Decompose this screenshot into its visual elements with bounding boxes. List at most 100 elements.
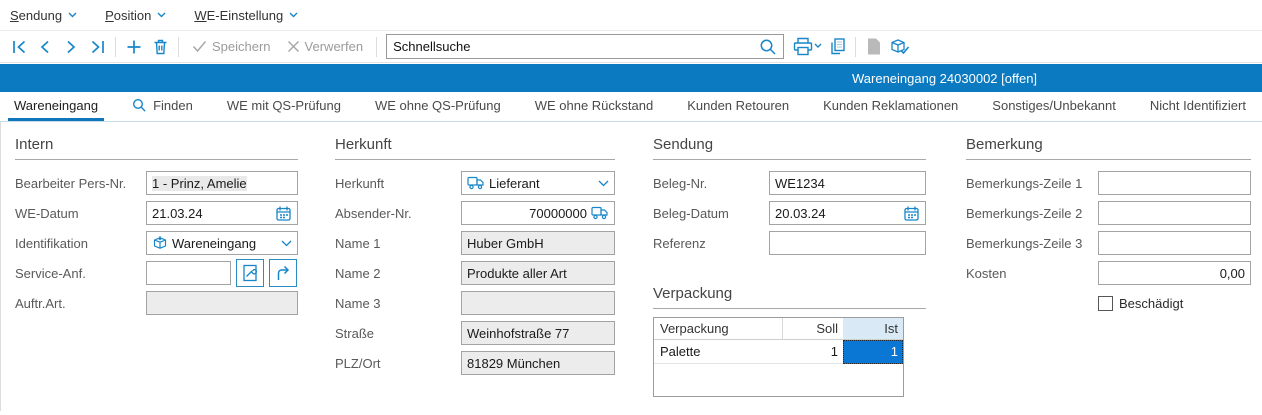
plz-ort-label: PLZ/Ort bbox=[335, 356, 461, 371]
save-button-label: Speichern bbox=[212, 39, 271, 54]
name1-value: Huber GmbH bbox=[467, 236, 544, 251]
post-goods-receipt-button[interactable] bbox=[887, 34, 913, 60]
menu-we-einstellung[interactable]: WE-Einstellung bbox=[194, 8, 298, 23]
name1-input: Huber GmbH bbox=[461, 231, 615, 255]
calendar-icon[interactable] bbox=[903, 205, 920, 222]
tab-sonstiges-unbekannt[interactable]: Sonstiges/Unbekannt bbox=[986, 92, 1122, 121]
record-title-bar: Wareneingang 24030002 [offen] bbox=[0, 64, 1262, 92]
section-title: Herkunft bbox=[335, 136, 615, 160]
cell-verpackung[interactable]: Palette bbox=[654, 344, 782, 359]
bearbeiter-input[interactable]: 1 - Prinz, Amelie bbox=[146, 171, 298, 195]
nav-first-button[interactable] bbox=[6, 34, 32, 60]
section-title: Intern bbox=[15, 136, 298, 160]
tab-we-ohne-rueckstand[interactable]: WE ohne Rückstand bbox=[529, 92, 660, 121]
beschaedigt-checkbox[interactable] bbox=[1098, 296, 1113, 311]
tab-wareneingang[interactable]: Wareneingang bbox=[8, 92, 104, 121]
kosten-input[interactable]: 0,00 bbox=[1098, 261, 1251, 285]
menu-bar: Sendung Position WE-Einstellung bbox=[0, 0, 1262, 31]
search-icon[interactable] bbox=[759, 38, 783, 56]
name1-label: Name 1 bbox=[335, 236, 461, 251]
print-button[interactable] bbox=[790, 34, 824, 60]
col-header-ist[interactable]: Ist bbox=[843, 318, 903, 339]
we-datum-value: 21.03.24 bbox=[152, 206, 203, 221]
document-icon bbox=[866, 37, 882, 56]
chevron-down-icon bbox=[281, 240, 292, 247]
service-anf-input[interactable] bbox=[146, 261, 231, 285]
menu-sendung[interactable]: Sendung bbox=[10, 8, 77, 23]
tab-kunden-reklamationen[interactable]: Kunden Reklamationen bbox=[817, 92, 964, 121]
tab-label: Kunden Reklamationen bbox=[823, 98, 958, 113]
strasse-input: Weinhofstraße 77 bbox=[461, 321, 615, 345]
section-intern: Intern Bearbeiter Pers-Nr. 1 - Prinz, Am… bbox=[15, 136, 298, 318]
tab-finden[interactable]: Finden bbox=[126, 92, 199, 121]
herkunft-select[interactable]: Lieferant bbox=[461, 171, 615, 195]
name3-input bbox=[461, 291, 615, 315]
absender-nr-input[interactable]: 70000000 bbox=[461, 201, 615, 225]
name2-label: Name 2 bbox=[335, 266, 461, 281]
copy-button[interactable] bbox=[824, 34, 850, 60]
we-datum-label: WE-Datum bbox=[15, 206, 146, 221]
discard-button[interactable]: Verwerfen bbox=[279, 39, 372, 54]
search-icon bbox=[132, 98, 147, 113]
nav-first-icon bbox=[11, 39, 28, 55]
tab-nicht-identifiziert[interactable]: Nicht Identifiziert bbox=[1144, 92, 1252, 121]
printer-icon bbox=[792, 37, 822, 56]
save-button[interactable]: Speichern bbox=[184, 39, 279, 54]
tab-label: Finden bbox=[153, 98, 193, 113]
quick-search-value: Schnellsuche bbox=[387, 39, 759, 54]
beleg-nr-value: WE1234 bbox=[775, 176, 825, 191]
section-title: Sendung bbox=[653, 136, 926, 160]
service-document-icon bbox=[241, 264, 259, 282]
table-row[interactable]: Palette 1 1 bbox=[654, 340, 903, 364]
tab-we-ohne-qs-pruefung[interactable]: WE ohne QS-Prüfung bbox=[369, 92, 507, 121]
bemerkung-zeile1-label: Bemerkungs-Zeile 1 bbox=[966, 176, 1098, 191]
document-button-disabled[interactable] bbox=[861, 34, 887, 60]
we-datum-input[interactable]: 21.03.24 bbox=[146, 201, 298, 225]
beleg-nr-input[interactable]: WE1234 bbox=[769, 171, 926, 195]
beleg-datum-value: 20.03.24 bbox=[775, 206, 826, 221]
forward-button[interactable] bbox=[269, 259, 297, 287]
kosten-value: 0,00 bbox=[1220, 266, 1245, 281]
quick-search-input[interactable]: Schnellsuche bbox=[386, 34, 784, 59]
check-icon bbox=[192, 40, 207, 53]
discard-button-label: Verwerfen bbox=[305, 39, 364, 54]
toolbar-separator bbox=[376, 37, 377, 57]
beleg-nr-label: Beleg-Nr. bbox=[653, 176, 769, 191]
identifikation-label: Identifikation bbox=[15, 236, 146, 251]
name2-value: Produkte aller Art bbox=[467, 266, 567, 281]
menu-position[interactable]: Position bbox=[105, 8, 166, 23]
col-header-verpackung[interactable]: Verpackung bbox=[654, 321, 782, 336]
delete-button[interactable] bbox=[147, 34, 173, 60]
truck-icon[interactable] bbox=[591, 206, 609, 220]
add-button[interactable] bbox=[121, 34, 147, 60]
col-header-soll[interactable]: Soll bbox=[782, 318, 843, 339]
nav-prev-button[interactable] bbox=[32, 34, 58, 60]
bemerkung-zeile2-input[interactable] bbox=[1098, 201, 1251, 225]
cell-soll[interactable]: 1 bbox=[782, 344, 843, 359]
identifikation-select[interactable]: Wareneingang bbox=[146, 231, 298, 255]
service-anf-label: Service-Anf. bbox=[15, 266, 146, 281]
tab-label: WE ohne Rückstand bbox=[535, 98, 654, 113]
bearbeiter-label: Bearbeiter Pers-Nr. bbox=[15, 176, 146, 191]
bemerkung-zeile3-input[interactable] bbox=[1098, 231, 1251, 255]
x-icon bbox=[287, 40, 300, 53]
nav-next-button[interactable] bbox=[58, 34, 84, 60]
section-bemerkung: Bemerkung Bemerkungs-Zeile 1 Bemerkungs-… bbox=[966, 136, 1251, 318]
tab-we-mit-qs-pruefung[interactable]: WE mit QS-Prüfung bbox=[221, 92, 347, 121]
verpackung-table[interactable]: Verpackung Soll Ist Palette 1 1 bbox=[653, 317, 904, 397]
kosten-label: Kosten bbox=[966, 266, 1098, 281]
section-title: Bemerkung bbox=[966, 136, 1251, 160]
tab-label: Kunden Retouren bbox=[687, 98, 789, 113]
nav-last-icon bbox=[89, 39, 106, 55]
service-request-button[interactable] bbox=[236, 259, 264, 287]
bearbeiter-value: 1 - Prinz, Amelie bbox=[152, 176, 247, 191]
calendar-icon[interactable] bbox=[275, 205, 292, 222]
bemerkung-zeile1-input[interactable] bbox=[1098, 171, 1251, 195]
cell-ist-selected[interactable]: 1 bbox=[843, 340, 903, 364]
beleg-datum-input[interactable]: 20.03.24 bbox=[769, 201, 926, 225]
arrow-turn-right-icon bbox=[274, 264, 292, 282]
nav-last-button[interactable] bbox=[84, 34, 110, 60]
referenz-input[interactable] bbox=[769, 231, 926, 255]
tab-kunden-retouren[interactable]: Kunden Retouren bbox=[681, 92, 795, 121]
tab-bar: Wareneingang Finden WE mit QS-Prüfung WE… bbox=[0, 92, 1262, 122]
